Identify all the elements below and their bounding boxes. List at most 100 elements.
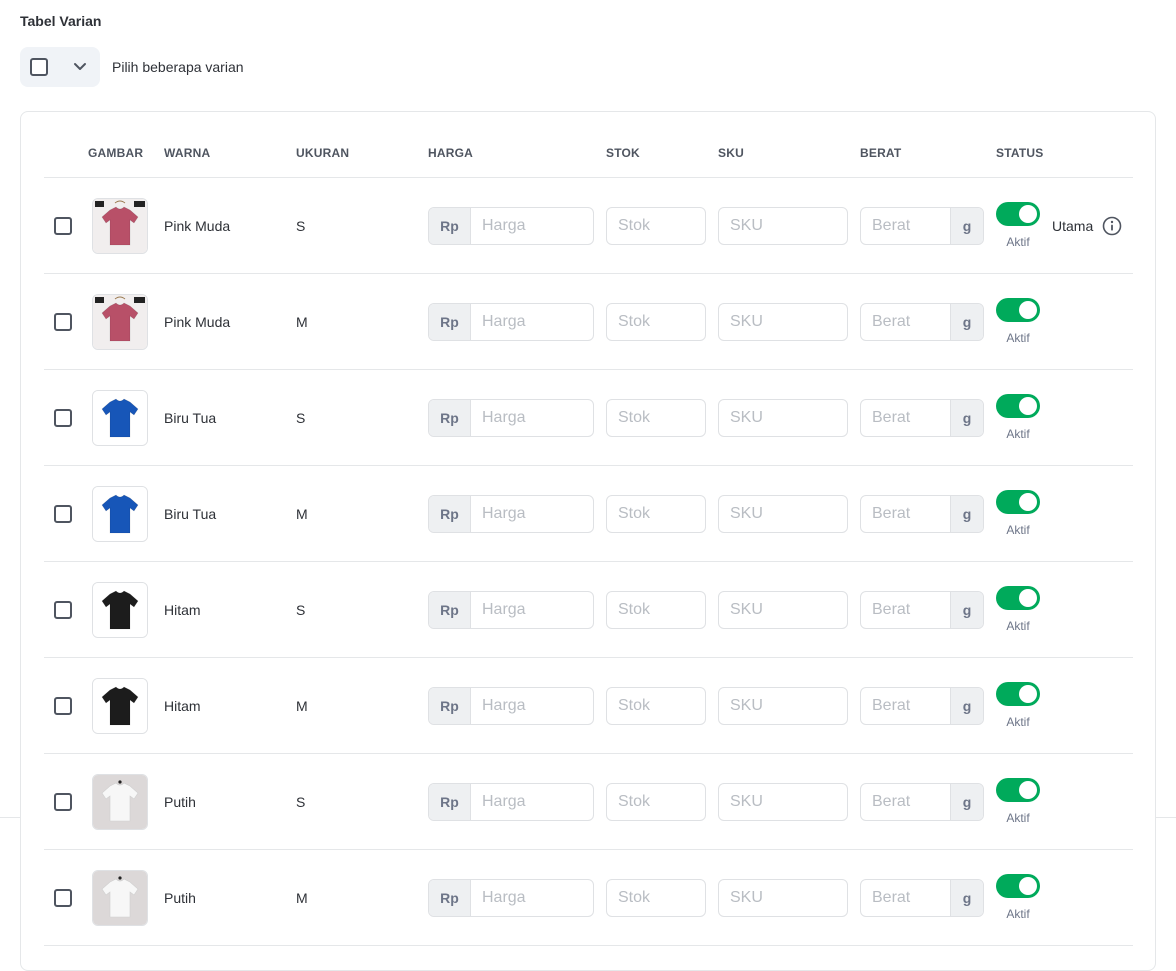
variant-image[interactable] — [92, 678, 148, 734]
price-input[interactable] — [471, 688, 593, 724]
variant-size: M — [296, 698, 308, 714]
sku-field[interactable] — [718, 783, 848, 821]
variant-image[interactable] — [92, 486, 148, 542]
sku-field[interactable] — [718, 207, 848, 245]
price-input[interactable] — [471, 400, 593, 436]
price-input[interactable] — [471, 304, 593, 340]
variant-image[interactable] — [92, 294, 148, 350]
variant-image[interactable] — [92, 198, 148, 254]
status-toggle[interactable] — [996, 490, 1040, 514]
stock-field[interactable] — [606, 207, 706, 245]
weight-input[interactable] — [861, 208, 950, 244]
stock-field[interactable] — [606, 399, 706, 437]
status-toggle[interactable] — [996, 778, 1040, 802]
price-field[interactable]: Rp — [428, 303, 594, 341]
bulk-select-dropdown[interactable] — [20, 47, 100, 87]
column-header-status: STATUS — [996, 146, 1044, 160]
variant-image[interactable] — [92, 774, 148, 830]
price-field[interactable]: Rp — [428, 591, 594, 629]
price-field[interactable]: Rp — [428, 207, 594, 245]
weight-input[interactable] — [861, 496, 950, 532]
weight-field[interactable]: g — [860, 591, 984, 629]
weight-field[interactable]: g — [860, 783, 984, 821]
row-checkbox[interactable] — [54, 409, 72, 427]
sku-input[interactable] — [719, 304, 847, 340]
price-field[interactable]: Rp — [428, 879, 594, 917]
column-header-ukuran: UKURAN — [296, 146, 350, 160]
column-header-berat: BERAT — [860, 146, 902, 160]
status-toggle[interactable] — [996, 298, 1040, 322]
row-checkbox[interactable] — [54, 889, 72, 907]
sku-input[interactable] — [719, 496, 847, 532]
weight-field[interactable]: g — [860, 207, 984, 245]
sku-field[interactable] — [718, 879, 848, 917]
weight-input[interactable] — [861, 880, 950, 916]
stock-input[interactable] — [607, 304, 705, 340]
status-toggle[interactable] — [996, 586, 1040, 610]
row-checkbox[interactable] — [54, 313, 72, 331]
sku-input[interactable] — [719, 784, 847, 820]
price-field[interactable]: Rp — [428, 495, 594, 533]
stock-field[interactable] — [606, 591, 706, 629]
variant-color: Pink Muda — [164, 218, 231, 234]
chevron-down-icon[interactable] — [72, 60, 88, 74]
status-toggle[interactable] — [996, 682, 1040, 706]
price-input[interactable] — [471, 592, 593, 628]
sku-input[interactable] — [719, 208, 847, 244]
sku-input[interactable] — [719, 400, 847, 436]
weight-field[interactable]: g — [860, 687, 984, 725]
sku-field[interactable] — [718, 687, 848, 725]
select-all-checkbox[interactable] — [30, 58, 48, 76]
row-checkbox[interactable] — [54, 217, 72, 235]
variant-image[interactable] — [92, 390, 148, 446]
price-input[interactable] — [471, 880, 593, 916]
sku-field[interactable] — [718, 303, 848, 341]
weight-input[interactable] — [861, 592, 950, 628]
stock-field[interactable] — [606, 303, 706, 341]
weight-field[interactable]: g — [860, 303, 984, 341]
sku-input[interactable] — [719, 592, 847, 628]
sku-input[interactable] — [719, 880, 847, 916]
sku-input[interactable] — [719, 688, 847, 724]
row-checkbox[interactable] — [54, 793, 72, 811]
row-checkbox[interactable] — [54, 697, 72, 715]
toggle-knob — [1019, 781, 1037, 799]
variant-image[interactable] — [92, 870, 148, 926]
stock-input[interactable] — [607, 592, 705, 628]
sku-field[interactable] — [718, 399, 848, 437]
stock-input[interactable] — [607, 496, 705, 532]
weight-field[interactable]: g — [860, 399, 984, 437]
tshirt-icon — [93, 679, 147, 733]
stock-input[interactable] — [607, 400, 705, 436]
row-checkbox[interactable] — [54, 601, 72, 619]
stock-input[interactable] — [607, 208, 705, 244]
stock-field[interactable] — [606, 687, 706, 725]
weight-field[interactable]: g — [860, 495, 984, 533]
sku-field[interactable] — [718, 495, 848, 533]
price-input[interactable] — [471, 784, 593, 820]
sku-field[interactable] — [718, 591, 848, 629]
status-toggle[interactable] — [996, 394, 1040, 418]
price-input[interactable] — [471, 496, 593, 532]
weight-field[interactable]: g — [860, 879, 984, 917]
weight-unit-suffix: g — [950, 400, 983, 436]
price-input[interactable] — [471, 208, 593, 244]
stock-input[interactable] — [607, 880, 705, 916]
weight-input[interactable] — [861, 304, 950, 340]
info-icon[interactable] — [1102, 216, 1122, 236]
price-field[interactable]: Rp — [428, 687, 594, 725]
stock-field[interactable] — [606, 495, 706, 533]
stock-input[interactable] — [607, 688, 705, 724]
row-checkbox[interactable] — [54, 505, 72, 523]
status-toggle[interactable] — [996, 202, 1040, 226]
stock-field[interactable] — [606, 879, 706, 917]
variant-image[interactable] — [92, 582, 148, 638]
weight-input[interactable] — [861, 784, 950, 820]
weight-input[interactable] — [861, 400, 950, 436]
stock-field[interactable] — [606, 783, 706, 821]
stock-input[interactable] — [607, 784, 705, 820]
status-toggle[interactable] — [996, 874, 1040, 898]
price-field[interactable]: Rp — [428, 399, 594, 437]
price-field[interactable]: Rp — [428, 783, 594, 821]
weight-input[interactable] — [861, 688, 950, 724]
